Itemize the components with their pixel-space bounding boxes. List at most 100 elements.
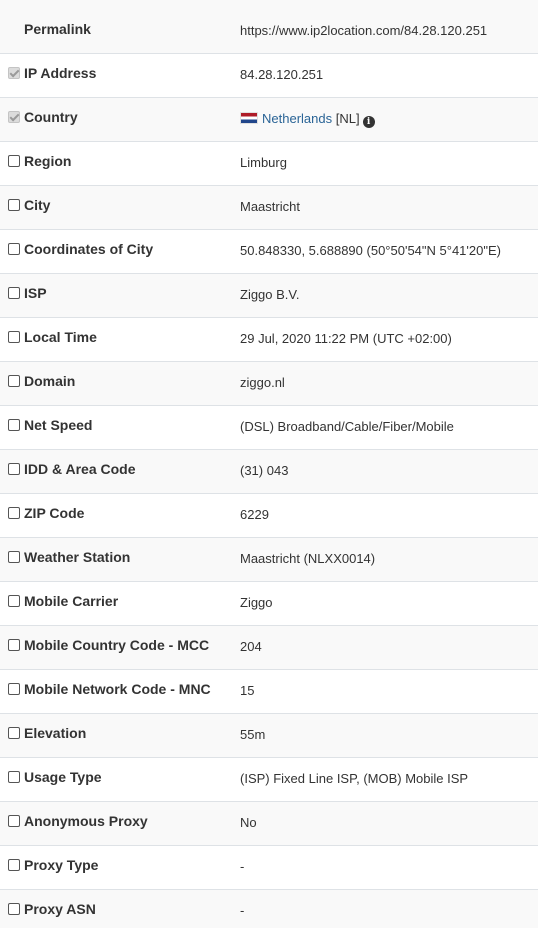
isp-checkbox[interactable] xyxy=(8,286,20,299)
mobile-country-code-mcc-checkbox[interactable] xyxy=(8,638,20,651)
table-row-elevation: Elevation 55m xyxy=(0,713,538,758)
table-row-net-speed: Net Speed (DSL) Broadband/Cable/Fiber/Mob… xyxy=(0,405,538,450)
table-row-mobile-network-code-mnc: Mobile Network Code - MNC 15 xyxy=(0,669,538,714)
row-value: 29 Jul, 2020 11:22 PM (UTC +02:00) xyxy=(240,330,452,346)
country-link[interactable]: Netherlands xyxy=(262,111,332,126)
table-row-region: Region Limburg xyxy=(0,141,538,186)
row-label: Usage Type xyxy=(24,768,102,785)
value-cell: https://www.ip2location.com/84.28.120.25… xyxy=(232,0,538,54)
label-cell: Weather Station xyxy=(0,537,232,582)
label-cell: Country xyxy=(0,97,232,142)
value-cell: 15 xyxy=(232,669,538,714)
row-label: Region xyxy=(24,152,72,169)
row-label: Local Time xyxy=(24,328,97,345)
value-cell: Netherlands [NL] i xyxy=(232,97,538,142)
row-label: Coordinates of City xyxy=(24,240,154,257)
table-row-city: City Maastricht xyxy=(0,185,538,230)
row-value: ziggo.nl xyxy=(240,374,285,390)
row-label: Net Speed xyxy=(24,416,93,433)
weather-station-checkbox[interactable] xyxy=(8,550,20,563)
label-cell: Net Speed xyxy=(0,405,232,450)
value-cell: 6229 xyxy=(232,493,538,538)
row-label: Weather Station xyxy=(24,548,131,565)
value-cell: Maastricht xyxy=(232,185,538,230)
row-label: ZIP Code xyxy=(24,504,85,521)
idd-and-area-code-checkbox[interactable] xyxy=(8,462,20,475)
ip-address-checkbox xyxy=(8,66,20,79)
city-checkbox[interactable] xyxy=(8,198,20,211)
elevation-checkbox[interactable] xyxy=(8,726,20,739)
value-cell: ziggo.nl xyxy=(232,361,538,406)
row-value: Ziggo B.V. xyxy=(240,286,300,302)
label-cell: Anonymous Proxy xyxy=(0,801,232,846)
label-cell: Usage Type xyxy=(0,757,232,802)
label-cell: Mobile Country Code - MCC xyxy=(0,625,232,670)
table-row-usage-type: Usage Type (ISP) Fixed Line ISP, (MOB) Mo… xyxy=(0,757,538,802)
value-cell: 29 Jul, 2020 11:22 PM (UTC +02:00) xyxy=(232,317,538,362)
mobile-network-code-mnc-checkbox[interactable] xyxy=(8,682,20,695)
label-cell: Mobile Network Code - MNC xyxy=(0,669,232,714)
value-cell: 84.28.120.251 xyxy=(232,53,538,98)
label-cell: ZIP Code xyxy=(0,493,232,538)
netherlands-flag-icon xyxy=(240,111,258,124)
row-value: 204 xyxy=(240,638,262,654)
table-row-idd-and-area-code: IDD & Area Code (31) 043 xyxy=(0,449,538,494)
label-cell: Permalink xyxy=(0,0,232,54)
row-label: Proxy Type xyxy=(24,856,99,873)
value-cell: Ziggo xyxy=(232,581,538,626)
region-checkbox[interactable] xyxy=(8,154,20,167)
label-cell: Proxy Type xyxy=(0,845,232,890)
label-cell: Local Time xyxy=(0,317,232,362)
zip-code-checkbox[interactable] xyxy=(8,506,20,519)
value-cell: 55m xyxy=(232,713,538,758)
label-cell: ISP xyxy=(0,273,232,318)
row-label: Mobile Country Code - MCC xyxy=(24,636,210,653)
row-label: IP Address xyxy=(24,64,97,81)
country-code: [NL] xyxy=(335,110,360,126)
row-value: - xyxy=(240,902,245,918)
row-value: Maastricht (NLXX0014) xyxy=(240,550,376,566)
mobile-carrier-checkbox[interactable] xyxy=(8,594,20,607)
table-row-mobile-country-code-mcc: Mobile Country Code - MCC 204 xyxy=(0,625,538,670)
usage-type-checkbox[interactable] xyxy=(8,770,20,783)
table-row-coordinates-of-city: Coordinates of City 50.848330, 5.688890 (… xyxy=(0,229,538,274)
table-row-isp: ISP Ziggo B.V. xyxy=(0,273,538,318)
ip-info-rows: Permalink https://www.ip2location.com/84… xyxy=(0,0,538,928)
label-cell: Coordinates of City xyxy=(0,229,232,274)
ip-info-table: Permalink https://www.ip2location.com/84… xyxy=(0,0,538,928)
row-value: Limburg xyxy=(240,154,287,170)
row-label: ISP xyxy=(24,284,47,301)
label-cell: City xyxy=(0,185,232,230)
coordinates-of-city-checkbox[interactable] xyxy=(8,242,20,255)
row-label: Mobile Network Code - MNC xyxy=(24,680,211,697)
table-row-permalink: Permalink https://www.ip2location.com/84… xyxy=(0,0,538,54)
row-value: (31) 043 xyxy=(240,462,289,478)
domain-checkbox[interactable] xyxy=(8,374,20,387)
net-speed-checkbox[interactable] xyxy=(8,418,20,431)
row-value: 84.28.120.251 xyxy=(240,66,324,82)
value-cell: (ISP) Fixed Line ISP, (MOB) Mobile ISP xyxy=(232,757,538,802)
value-cell: Ziggo B.V. xyxy=(232,273,538,318)
country-checkbox xyxy=(8,110,20,123)
local-time-checkbox[interactable] xyxy=(8,330,20,343)
row-label: Elevation xyxy=(24,724,87,741)
anonymous-proxy-checkbox[interactable] xyxy=(8,814,20,827)
value-cell: 50.848330, 5.688890 (50°50'54"N 5°41'20"… xyxy=(232,229,538,274)
row-value: 50.848330, 5.688890 (50°50'54"N 5°41'20"… xyxy=(240,242,501,258)
info-circle-icon[interactable]: i xyxy=(362,115,375,128)
row-label: City xyxy=(24,196,51,213)
row-value: (DSL) Broadband/Cable/Fiber/Mobile xyxy=(240,418,454,434)
value-cell: Maastricht (NLXX0014) xyxy=(232,537,538,582)
proxy-asn-checkbox[interactable] xyxy=(8,902,20,915)
row-label: Domain xyxy=(24,372,76,389)
permalink-url[interactable]: https://www.ip2location.com/84.28.120.25… xyxy=(240,23,487,38)
value-cell: - xyxy=(232,889,538,928)
row-label: Mobile Carrier xyxy=(24,592,119,609)
table-row-weather-station: Weather Station Maastricht (NLXX0014) xyxy=(0,537,538,582)
table-row-country: Country Netherlands [NL] i xyxy=(0,97,538,142)
row-value: (ISP) Fixed Line ISP, (MOB) Mobile ISP xyxy=(240,770,469,786)
value-cell: Limburg xyxy=(232,141,538,186)
label-cell: Elevation xyxy=(0,713,232,758)
proxy-type-checkbox[interactable] xyxy=(8,858,20,871)
label-cell: Domain xyxy=(0,361,232,406)
